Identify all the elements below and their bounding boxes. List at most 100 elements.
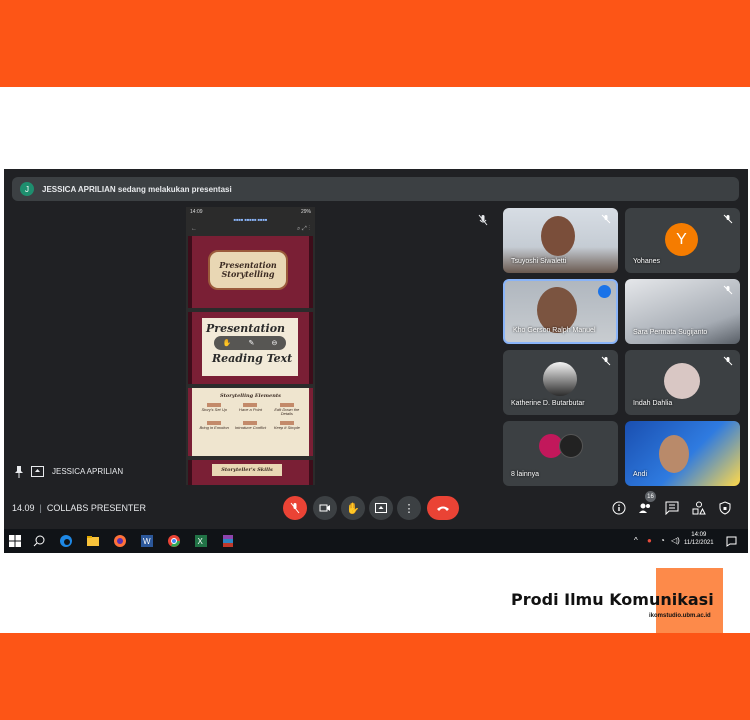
end-call-button[interactable] bbox=[427, 496, 459, 520]
mic-off-icon bbox=[723, 214, 733, 224]
chat-icon[interactable] bbox=[665, 501, 679, 515]
taskbar-clock[interactable]: 14:09 11/12/2021 bbox=[684, 531, 714, 548]
participant-tile[interactable]: Y Yohanes bbox=[625, 208, 740, 273]
clock-date: 11/12/2021 bbox=[684, 540, 714, 547]
participant-tile-active-speaker[interactable]: Kho Gerson Ralph Manuel bbox=[503, 279, 618, 344]
clock-time: 14:09 bbox=[691, 532, 707, 538]
avatar bbox=[543, 362, 577, 396]
volume-icon[interactable]: ◁) bbox=[671, 536, 680, 545]
slide1-line2: Storytelling bbox=[221, 269, 275, 279]
avatar bbox=[559, 434, 583, 458]
element-item: Keep It Simple bbox=[271, 420, 303, 430]
slide-reading[interactable]: Presentation ✋ ✎ ⊖ Reading Text bbox=[188, 312, 313, 384]
participant-name: Tsuyoshi Siwaletti bbox=[511, 258, 567, 265]
camera-button[interactable] bbox=[313, 496, 337, 520]
avatar bbox=[664, 363, 700, 399]
meet-screenshot: J JESSICA APRILIAN sedang melakukan pres… bbox=[4, 169, 748, 553]
slide-elements[interactable]: Storytelling Elements Story's Set Up Hav… bbox=[188, 388, 313, 456]
meeting-name: COLLABS PRESENTER bbox=[46, 503, 146, 513]
participant-name: Sara Permata Sugijanto bbox=[633, 329, 708, 336]
shared-phone-screen: 14:09 29% ■■■■ ■■■■■ ■■■■ ← ⌕ ⤢ ⋮ Presenta… bbox=[186, 207, 315, 485]
svg-text:W: W bbox=[143, 537, 151, 546]
raise-hand-button[interactable]: ✋ bbox=[341, 496, 365, 520]
word-icon[interactable]: W bbox=[140, 534, 154, 548]
firefox-icon[interactable] bbox=[113, 534, 127, 548]
phone-hangup-icon bbox=[437, 506, 449, 511]
participant-tile[interactable]: Indah Dahlia bbox=[625, 350, 740, 415]
more-options-button[interactable]: ⋮ bbox=[397, 496, 421, 520]
participant-tile[interactable]: Katherine D. Butarbutar bbox=[503, 350, 618, 415]
participant-name: Kho Gerson Ralph Manuel bbox=[513, 327, 596, 334]
elements-grid: Story's Set Up Have a Point Edit Down th… bbox=[192, 399, 309, 434]
separator: | bbox=[39, 503, 42, 513]
brand-url: ikomstudio.ubm.ac.id bbox=[649, 613, 711, 619]
present-button[interactable] bbox=[369, 496, 393, 520]
pen-icon[interactable]: ✎ bbox=[248, 339, 254, 347]
title-plate: Presentation Storytelling bbox=[208, 250, 288, 290]
info-icon[interactable] bbox=[612, 501, 626, 515]
chrome-icon[interactable] bbox=[167, 534, 181, 548]
slide-skills[interactable]: Storyteller's Skills bbox=[188, 460, 313, 485]
participant-tile[interactable]: Andi bbox=[625, 421, 740, 486]
people-icon[interactable] bbox=[638, 501, 652, 515]
speaking-indicator-icon bbox=[598, 285, 611, 298]
participant-video bbox=[541, 216, 575, 256]
presenter-avatar: J bbox=[20, 182, 34, 196]
pointer-icon[interactable]: ✋ bbox=[223, 339, 232, 347]
hand-icon: ✋ bbox=[346, 502, 360, 515]
more-vert-icon: ⋮ bbox=[403, 502, 415, 515]
banner-text: JESSICA APRILIAN sedang melakukan presen… bbox=[42, 184, 232, 194]
presentation-banner: J JESSICA APRILIAN sedang melakukan pres… bbox=[12, 177, 739, 201]
mic-off-icon bbox=[601, 214, 611, 224]
minus-circle-icon[interactable]: ⊖ bbox=[272, 339, 278, 347]
participant-name: 8 lainnya bbox=[511, 471, 540, 478]
windows-start-icon[interactable] bbox=[8, 534, 22, 548]
slide2-line1: Presentation bbox=[206, 322, 286, 335]
mic-button[interactable] bbox=[283, 496, 307, 520]
pin-icon[interactable] bbox=[14, 466, 24, 478]
participant-tile[interactable]: Sara Permata Sugijanto bbox=[625, 279, 740, 344]
participant-name: Andi bbox=[633, 471, 648, 478]
file-explorer-icon[interactable] bbox=[86, 534, 100, 548]
clock: 14.09 bbox=[12, 503, 35, 513]
slide4-title: Storyteller's Skills bbox=[212, 464, 282, 476]
participant-name: Yohanes bbox=[633, 258, 660, 265]
present-icon bbox=[375, 503, 387, 513]
mic-off-icon bbox=[723, 285, 733, 295]
element-item: Introduce Conflict bbox=[234, 420, 266, 430]
mic-off-icon bbox=[601, 356, 611, 366]
presenter-name-label: JESSICA APRILIAN bbox=[52, 467, 124, 476]
tray-chevron-icon[interactable]: ^ bbox=[634, 536, 638, 545]
element-item: Have a Point bbox=[234, 403, 266, 417]
bottom-orange-band bbox=[0, 633, 750, 720]
phone-toolbar: ← ⌕ ⤢ ⋮ bbox=[191, 226, 310, 232]
element-item: Story's Set Up bbox=[198, 403, 230, 417]
shield-lock-icon[interactable] bbox=[718, 501, 732, 515]
notification-icon[interactable] bbox=[726, 536, 737, 547]
tray-app-icon[interactable]: ● bbox=[647, 536, 652, 545]
participant-tile[interactable]: Tsuyoshi Siwaletti bbox=[503, 208, 618, 273]
phone-status-bar: 14:09 29% bbox=[190, 209, 311, 215]
more-participants-tile[interactable]: 8 lainnya bbox=[503, 421, 618, 486]
top-orange-band bbox=[0, 0, 750, 87]
people-count-badge: 16 bbox=[645, 491, 656, 502]
edge-icon[interactable] bbox=[59, 534, 73, 548]
mic-off-icon bbox=[723, 356, 733, 366]
participant-video bbox=[659, 435, 689, 473]
slide-tool-overlay[interactable]: ✋ ✎ ⊖ bbox=[214, 336, 286, 350]
element-item: Bring in Emotion bbox=[198, 420, 230, 430]
slide2-line2: Reading Text bbox=[212, 352, 293, 365]
element-item: Edit Down the Details bbox=[271, 403, 303, 417]
slide3-title: Storytelling Elements bbox=[220, 393, 281, 399]
search-icon[interactable] bbox=[32, 534, 46, 548]
participant-name: Indah Dahlia bbox=[633, 400, 673, 407]
camera-icon bbox=[319, 504, 330, 512]
wifi-icon[interactable]: ◔ bbox=[660, 536, 665, 545]
brand-title: Prodi Ilmu Komunikasi bbox=[511, 590, 714, 609]
winrar-icon[interactable] bbox=[221, 534, 235, 548]
excel-icon[interactable]: X bbox=[194, 534, 208, 548]
phone-url-bar: ■■■■ ■■■■■ ■■■■ bbox=[233, 217, 268, 222]
activities-icon[interactable] bbox=[692, 501, 706, 515]
participant-name: Katherine D. Butarbutar bbox=[511, 400, 585, 407]
slide-title[interactable]: Presentation Storytelling bbox=[188, 236, 313, 308]
